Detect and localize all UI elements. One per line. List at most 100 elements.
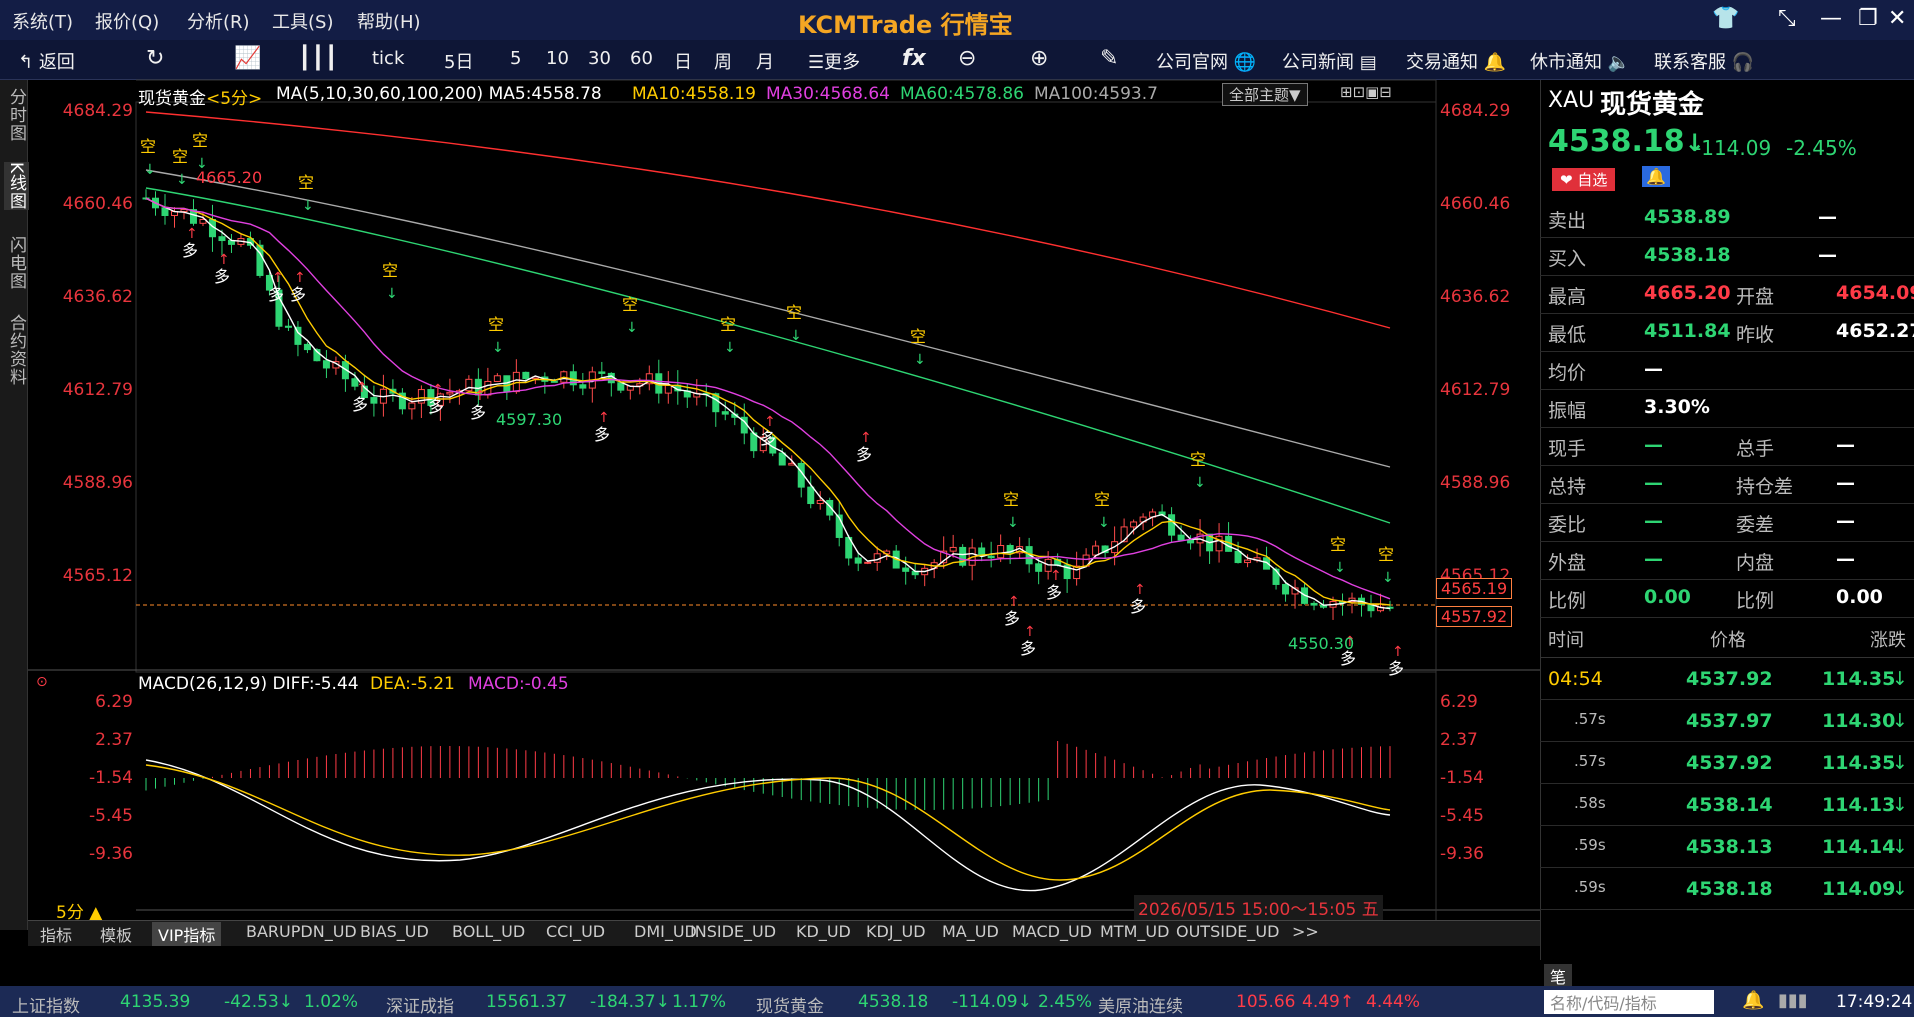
quote-change: -114.09 [1694, 136, 1772, 160]
indicator-tab[interactable]: 指标 [40, 922, 72, 946]
up-arrow-icon: ↑ [432, 382, 444, 398]
indicator-tab[interactable]: KD_UD [796, 922, 851, 941]
down-arrow-icon: ↓ [1892, 794, 1908, 816]
macd-tick-right: -5.45 [1440, 806, 1484, 826]
ticker-name[interactable]: 深证成指 [386, 992, 454, 1017]
candle-body [949, 546, 957, 552]
indicator-tab[interactable]: BOLL_UD [452, 922, 525, 941]
ma10-value: MA10:4558.19 [632, 84, 756, 104]
link-holiday-notice[interactable]: 休市通知 🔈 [1530, 48, 1630, 74]
quote-row-label2: 比例 [1736, 590, 1775, 612]
indicator-tab[interactable]: KDJ_UD [866, 922, 926, 941]
quote-row-label: 卖出 [1548, 210, 1587, 232]
pen-tab[interactable]: 笔 [1544, 964, 1573, 988]
candle-body [1092, 545, 1100, 556]
long-signal: 多 [1388, 659, 1404, 678]
indicator-tab[interactable]: MACD_UD [1012, 922, 1092, 941]
quote-row-value: — [1644, 472, 1663, 494]
add-favorite-button[interactable]: ❤ 自选 [1552, 168, 1616, 191]
tick-price: 4538.18 [1686, 878, 1773, 900]
skin-icon[interactable]: 👕 [1712, 6, 1739, 31]
favorite-label: 自选 [1577, 171, 1608, 189]
signal-icon: ▮▮▮ [1778, 990, 1808, 1011]
short-signal: 空 [1094, 490, 1110, 509]
quote-row-value2: 4652.27 [1836, 320, 1914, 342]
close-icon[interactable]: ✕ [1888, 6, 1906, 31]
speaker-icon: 🔈 [1607, 52, 1631, 73]
search-input[interactable]: 名称/代码/指标 [1544, 990, 1714, 1014]
tick-price: 4537.97 [1686, 710, 1773, 732]
quote-row-label: 总持 [1548, 476, 1587, 498]
y-tick-left: 4684.29 [62, 101, 133, 121]
tick-row: .57s 4537.92 114.35 ↓ [1540, 744, 1914, 784]
long-signal: 多 [182, 241, 198, 260]
ticker-value: -184.37↓ [590, 992, 670, 1012]
candle-body [778, 452, 786, 466]
down-arrow-icon: ↓ [1892, 710, 1908, 732]
ticker-name[interactable]: 现货黄金 [756, 992, 824, 1017]
down-arrow-icon: ↓ [386, 286, 398, 302]
notify-icon[interactable]: 🔔 [1742, 990, 1764, 1011]
up-arrow-icon: ↑ [1008, 594, 1020, 610]
macd-tick-right: 2.37 [1440, 730, 1478, 750]
indicator-tab[interactable]: VIP指标 [152, 922, 222, 946]
alert-bell-button[interactable]: 🔔 [1642, 166, 1670, 187]
indicator-tab[interactable]: CCI_UD [546, 922, 605, 941]
down-arrow-icon: ↓ [1892, 878, 1908, 900]
indicator-tab[interactable]: OUTSIDE_UD [1176, 922, 1279, 941]
ticker-value: 4.44% [1366, 992, 1421, 1012]
quote-row-value: 0.00 [1644, 586, 1691, 608]
theme-dropdown[interactable]: 全部主题▼ [1222, 83, 1308, 106]
quote-row-label2: 总手 [1736, 438, 1775, 460]
indicator-tab[interactable]: BIAS_UD [360, 922, 429, 941]
down-arrow-icon: ↓ [1334, 560, 1346, 576]
indicator-tab[interactable]: DMI_UD [634, 922, 697, 941]
indicator-tab[interactable]: MTM_UD [1100, 922, 1169, 941]
y-tick-right: 4612.79 [1440, 380, 1511, 400]
ma100-value: MA100:4593.7 [1034, 84, 1158, 104]
tick-change: 114.30 [1822, 710, 1896, 732]
quote-row: 最低 4511.84 昨收 4652.27 [1540, 314, 1914, 352]
quote-row-label: 振幅 [1548, 400, 1587, 422]
indicator-tab[interactable]: INSIDE_UD [690, 922, 776, 941]
down-arrow-icon: ↓ [176, 172, 188, 188]
tick-time: .59s [1574, 836, 1606, 854]
quote-row: 总持 — 持仓差 — [1540, 466, 1914, 504]
ticker-value: 1.17% [672, 992, 727, 1012]
minimize-icon[interactable]: — [1820, 6, 1842, 31]
indicator-tab[interactable]: MA_UD [942, 922, 999, 941]
chart-layout-icons[interactable]: ⊞⊡▣⊟ [1340, 83, 1392, 101]
long-signal: 多 [1004, 609, 1020, 628]
restore-icon[interactable]: ❐ [1858, 6, 1878, 31]
link-customer-service[interactable]: 联系客服 🎧 [1654, 48, 1754, 74]
long-signal: 多 [428, 397, 444, 416]
clock: 17:49:24 [1836, 992, 1913, 1012]
candle-body [807, 486, 815, 505]
quote-row-value2: — [1836, 548, 1855, 570]
shrink-icon[interactable]: ⤡ [1778, 6, 1796, 31]
long-signal: 多 [760, 429, 776, 448]
ticker-name[interactable]: 上证指数 [12, 992, 80, 1017]
up-arrow-icon: ↑ [356, 380, 368, 396]
quote-row: 比例 0.00 比例 0.00 [1540, 580, 1914, 618]
candle-body [408, 402, 416, 410]
short-signal: 空 [192, 131, 208, 150]
candle-body [370, 397, 378, 404]
ma30-value: MA30:4568.64 [766, 84, 890, 104]
short-signal: 空 [1190, 450, 1206, 469]
link-holiday-notice-label: 休市通知 [1530, 52, 1602, 73]
macd-settings-icon[interactable]: ⊙ [36, 674, 48, 690]
short-signal: 空 [172, 147, 188, 166]
candle-body [218, 236, 226, 242]
up-arrow-icon: ↑ [598, 410, 610, 426]
macd-tick-left: -1.54 [89, 768, 133, 788]
kline-chart[interactable]: 空↓空↓空↓空↓空↓空↓空↓ 空↓空↓ 空↓空↓空↓空↓空↓空↓↑多 ↑多 ↑多↑多↑多… [0, 0, 1540, 945]
short-signal: 空 [720, 315, 736, 334]
y-tick-left: 4660.46 [62, 194, 133, 214]
quote-price-value: 4538.18 [1548, 124, 1685, 159]
ma60-value: MA60:4578.86 [900, 84, 1024, 104]
ticker-name[interactable]: 美原油连续 [1098, 992, 1183, 1017]
indicator-tab[interactable]: >> [1292, 922, 1319, 941]
indicator-tab[interactable]: 模板 [100, 922, 132, 946]
indicator-tab[interactable]: BARUPDN_UD [246, 922, 357, 941]
